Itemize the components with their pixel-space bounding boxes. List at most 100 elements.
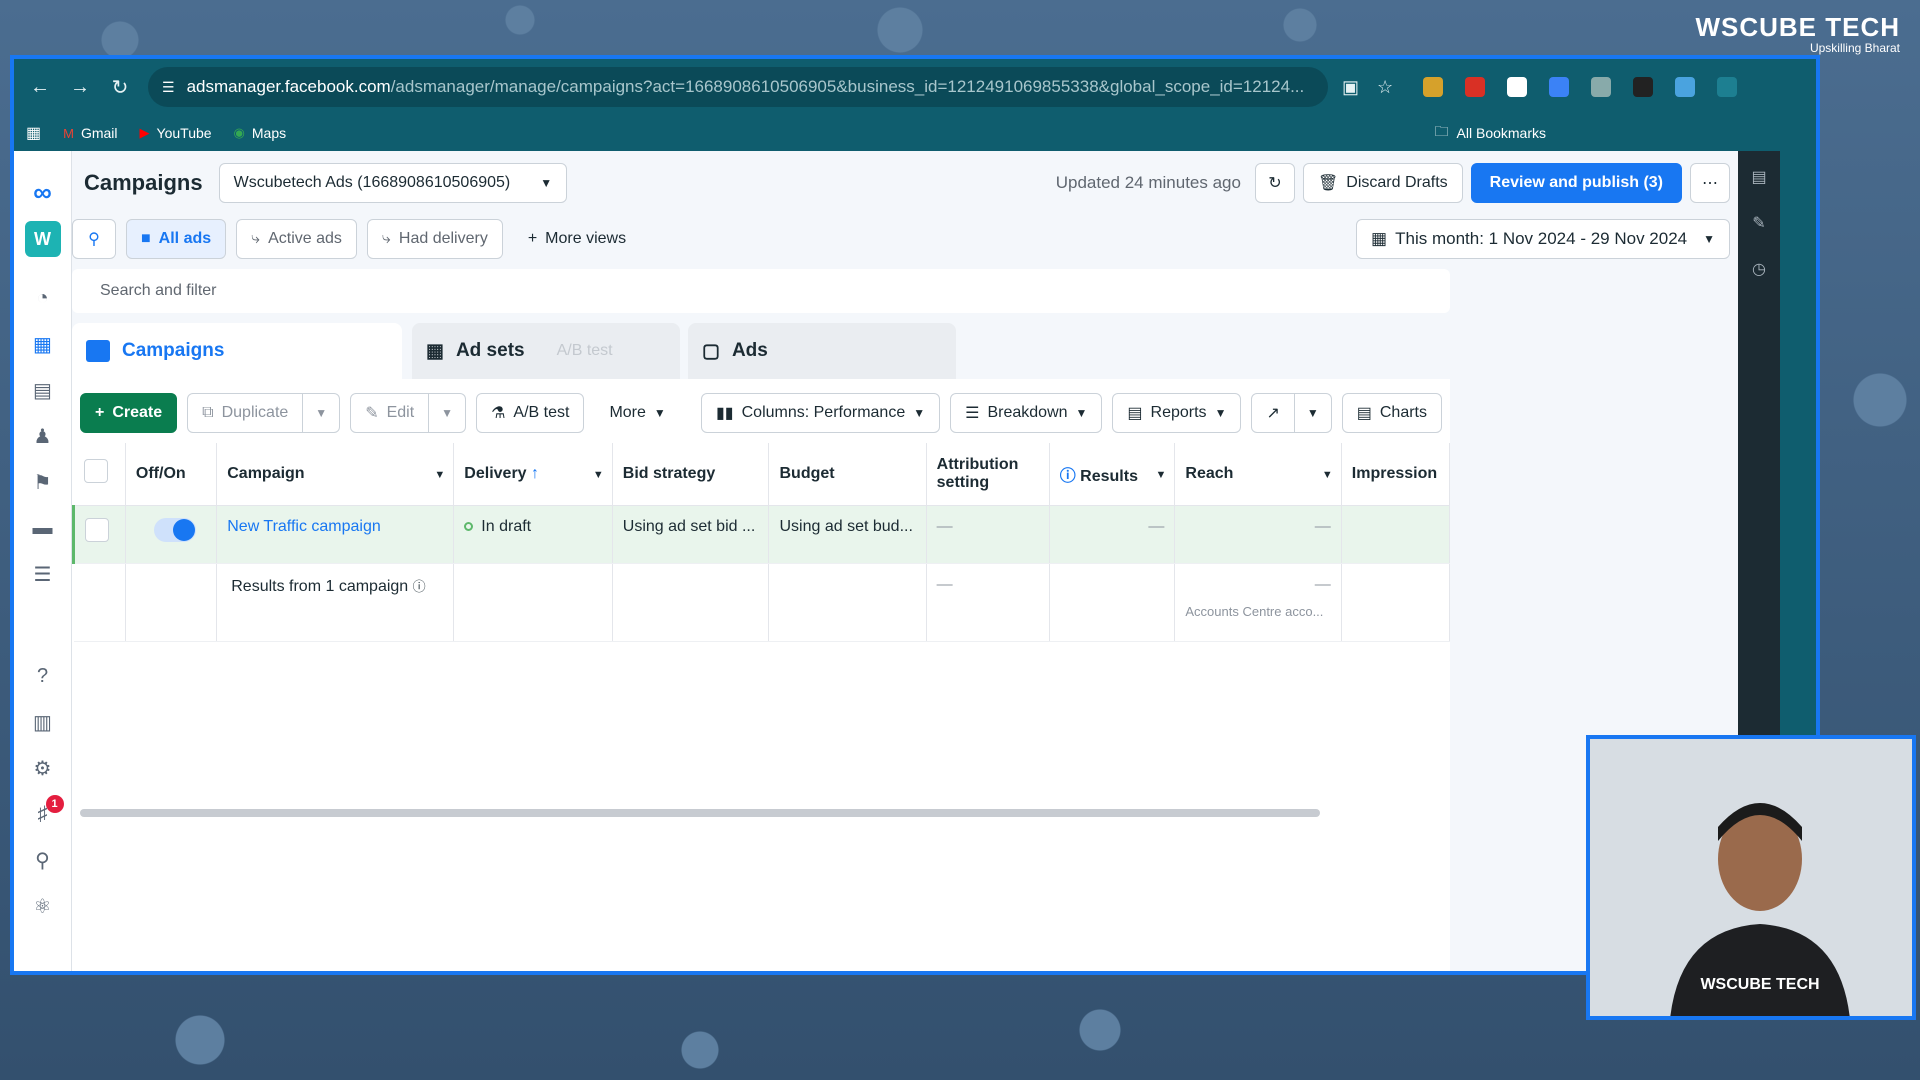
- columns-button[interactable]: ▮▮ Columns: Performance ▼: [701, 393, 941, 433]
- summary-row: Results from 1 campaign ⓘ — — Accounts Ce…: [73, 563, 1451, 642]
- copy-icon: ⧉: [202, 404, 214, 421]
- more-button[interactable]: More ▼: [594, 393, 680, 433]
- refresh-button[interactable]: ↻: [1254, 163, 1295, 203]
- extension-icon[interactable]: [1507, 77, 1528, 97]
- header-results[interactable]: ⓘ Results ▼: [1049, 443, 1176, 506]
- site-settings-icon[interactable]: ☰: [162, 79, 175, 96]
- reports-icon[interactable]: ▤: [26, 373, 60, 407]
- edit-dropdown[interactable]: ▼: [429, 393, 467, 433]
- discard-drafts-button[interactable]: 🗑 Discard Drafts: [1302, 163, 1463, 203]
- campaign-name-link[interactable]: New Traffic campaign: [227, 518, 381, 535]
- info-icon[interactable]: ⓘ: [413, 579, 426, 594]
- puzzle-icon[interactable]: [1717, 77, 1738, 97]
- edit-pencil-icon[interactable]: ✎: [1752, 213, 1765, 233]
- export-button[interactable]: ↗: [1251, 393, 1295, 433]
- megaphone-icon[interactable]: ⚑: [26, 465, 60, 499]
- reload-icon[interactable]: ↻: [100, 67, 140, 107]
- audiences-icon[interactable]: ♟: [26, 419, 60, 453]
- more-options-button[interactable]: ⋯: [1690, 163, 1730, 203]
- header-delivery[interactable]: Delivery ↑ ▼: [453, 443, 613, 506]
- search-filter-input[interactable]: Search and filter: [72, 269, 1450, 313]
- ab-test-button[interactable]: ⚗ A/B test: [476, 393, 585, 433]
- status-dot: [464, 521, 474, 531]
- export-dropdown[interactable]: ▼: [1294, 393, 1332, 433]
- view-all-ads[interactable]: ■ All ads: [126, 219, 227, 259]
- search-icon[interactable]: ⚲: [26, 843, 60, 877]
- ellipsis-icon: ⋯: [1702, 175, 1718, 192]
- attribution-cell: —: [926, 505, 1050, 564]
- charts-button[interactable]: ▤ Charts: [1341, 393, 1442, 433]
- table-header-row: Off/On Campaign ▼ Delivery ↑ ▼ Bid strateg…: [73, 443, 1451, 506]
- campaigns-table-icon[interactable]: ▦: [26, 327, 60, 361]
- ads-manager-page: ∞ W ◔ ▦ ▤ ♟ ⚑ ▬ ☰ ? ▥ ⚙ ♯ 1 ⚲ ⚛ Campaigns…: [14, 151, 1780, 971]
- all-bookmarks[interactable]: 🗀 All Bookmarks: [1435, 121, 1546, 145]
- delivery-cell: In draft: [453, 505, 613, 564]
- campaign-toggle[interactable]: [153, 517, 196, 542]
- bookmark-star-icon[interactable]: ☆: [1377, 77, 1393, 98]
- news-icon[interactable]: ▥: [26, 705, 60, 739]
- sort-caret-icon: ▼: [1321, 469, 1333, 481]
- menu-icon[interactable]: ☰: [26, 557, 60, 591]
- apps-grid-icon[interactable]: ▦: [26, 123, 41, 143]
- url-path: /adsmanager/manage/campaigns?act=1668908…: [390, 77, 1305, 96]
- brand-logo: WSCUBE TECH Upskilling Bharat: [1695, 12, 1900, 55]
- left-nav-rail: ∞ W ◔ ▦ ▤ ♟ ⚑ ▬ ☰ ? ▥ ⚙ ♯ 1 ⚲ ⚛: [14, 151, 72, 971]
- extension-icon[interactable]: [1675, 77, 1696, 97]
- edit-button[interactable]: ✎ Edit: [350, 393, 430, 433]
- account-avatar[interactable]: W: [24, 221, 61, 257]
- url-field[interactable]: ☰ adsmanager.facebook.com/adsmanager/man…: [148, 67, 1328, 107]
- create-button[interactable]: + Create: [80, 393, 178, 433]
- url-host: adsmanager.facebook.com: [186, 77, 391, 96]
- bug-report-icon[interactable]: ⚛: [26, 889, 60, 923]
- extension-icon[interactable]: [1633, 77, 1654, 97]
- header-attribution[interactable]: Attribution setting: [926, 443, 1050, 506]
- horizontal-scrollbar[interactable]: [80, 809, 1320, 817]
- header-budget[interactable]: Budget: [768, 443, 927, 506]
- settings-gear-icon[interactable]: ⚙: [26, 751, 60, 785]
- notification-badge: 1: [45, 795, 64, 813]
- bookmark-maps[interactable]: ◉ Maps: [234, 125, 287, 141]
- forward-icon[interactable]: →: [60, 67, 100, 107]
- bookmark-gmail[interactable]: M Gmail: [63, 125, 117, 141]
- history-clock-icon[interactable]: ◷: [1752, 259, 1766, 279]
- sort-caret-icon: ▼: [592, 469, 604, 481]
- row-checkbox[interactable]: [85, 517, 109, 542]
- reports-button[interactable]: ▤ Reports ▼: [1112, 393, 1242, 433]
- header-bid-strategy[interactable]: Bid strategy: [612, 443, 770, 506]
- select-all-checkbox[interactable]: [83, 459, 108, 484]
- view-active-ads[interactable]: ⤷ Active ads: [236, 219, 357, 259]
- date-range-picker[interactable]: ▦ This month: 1 Nov 2024 - 29 Nov 2024 ▼: [1356, 219, 1730, 259]
- review-publish-button[interactable]: Review and publish (3): [1470, 163, 1682, 203]
- install-icon[interactable]: ▣: [1342, 77, 1359, 98]
- header-reach[interactable]: Reach ▼: [1174, 443, 1342, 506]
- meta-logo-icon[interactable]: ∞: [26, 175, 60, 209]
- grid-icon: ▦: [426, 340, 444, 362]
- extension-icon[interactable]: [1549, 77, 1570, 97]
- tab-ads[interactable]: ▢ Ads: [688, 323, 956, 379]
- header-impressions[interactable]: Impression: [1341, 443, 1451, 506]
- extension-icon[interactable]: [1465, 77, 1486, 97]
- chevron-down-icon: ▼: [653, 406, 666, 420]
- billing-card-icon[interactable]: ▬: [26, 511, 60, 545]
- tab-ad-sets[interactable]: ▦ Ad sets A/B test: [412, 323, 680, 379]
- insights-chart-icon[interactable]: ▤: [1751, 167, 1766, 187]
- flask-icon: ⚗: [491, 405, 506, 422]
- duplicate-dropdown[interactable]: ▼: [303, 393, 341, 433]
- extension-icon[interactable]: [1423, 77, 1444, 97]
- tab-campaigns[interactable]: Campaigns: [72, 323, 402, 379]
- back-icon[interactable]: ←: [20, 67, 60, 107]
- account-selector[interactable]: Wscubetech Ads (1668908610506905) ▼: [218, 163, 568, 203]
- bookmark-youtube[interactable]: ▶ YouTube: [140, 125, 212, 141]
- extension-icon[interactable]: [1591, 77, 1612, 97]
- dashboard-icon[interactable]: ◔: [26, 281, 60, 315]
- help-icon[interactable]: ?: [26, 659, 60, 693]
- view-had-delivery[interactable]: ⤷ Had delivery: [366, 219, 503, 259]
- table-row[interactable]: New Traffic campaign In draft Using ad s…: [72, 505, 1451, 564]
- header-campaign[interactable]: Campaign ▼: [216, 443, 455, 506]
- duplicate-button[interactable]: ⧉ Duplicate: [187, 393, 304, 433]
- search-toggle-button[interactable]: ⚲: [72, 219, 116, 259]
- level-tabs: Campaigns ▦ Ad sets A/B test ▢ Ads: [72, 323, 1450, 379]
- notifications-bell-icon[interactable]: ♯ 1: [26, 795, 64, 831]
- more-views-button[interactable]: + More views: [513, 219, 641, 259]
- breakdown-button[interactable]: ☰ Breakdown ▼: [950, 393, 1103, 433]
